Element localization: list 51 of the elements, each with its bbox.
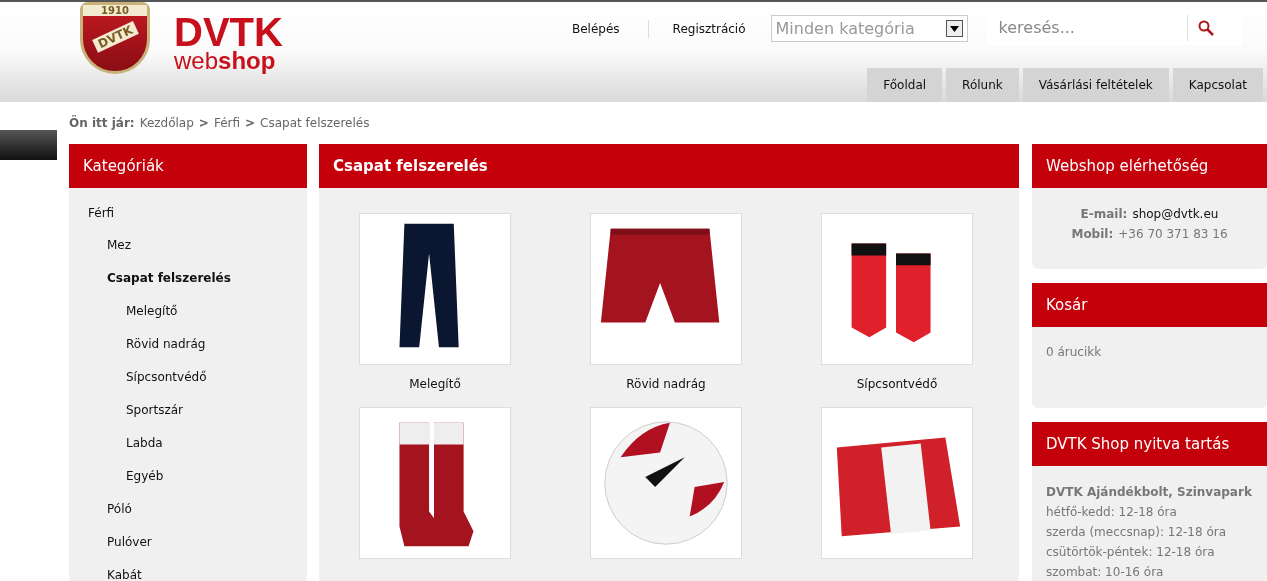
breadcrumb-link[interactable]: Férfi	[213, 116, 241, 130]
panel-title: Kategóriák	[69, 144, 307, 188]
menu-tab[interactable]: Főoldal	[867, 68, 943, 102]
category-link[interactable]: Egyéb	[69, 459, 307, 492]
panel-title: Kosár	[1032, 283, 1267, 327]
product-image[interactable]	[359, 407, 511, 559]
contact-label: E-mail:	[1080, 207, 1128, 221]
breadcrumb-label: Ön itt jár:	[69, 116, 135, 130]
category-link[interactable]: Férfi	[69, 198, 307, 228]
opening-hours: szombat: 10-16 óra	[1046, 564, 1165, 581]
cart-count: 0 árucikk	[1046, 344, 1103, 361]
product-image[interactable]	[590, 407, 742, 559]
search-icon[interactable]	[1197, 19, 1214, 36]
breadcrumb-link[interactable]: Csapat felszerelés	[260, 116, 370, 130]
category-link[interactable]: Sípcsontvédő	[69, 360, 307, 393]
contact-value: +36 70 371 83 16	[1118, 227, 1228, 241]
menu-tab[interactable]: Kapcsolat	[1172, 68, 1263, 102]
opening-hours: csütörtök-péntek: 12-18 óra	[1046, 544, 1216, 561]
product-image[interactable]	[590, 213, 742, 365]
top-link[interactable]: Belépés	[572, 22, 620, 36]
category-link[interactable]: Sportszár	[69, 393, 307, 426]
product-image[interactable]	[359, 213, 511, 365]
opening-hours: hétfő-kedd: 12-18 óra	[1046, 504, 1178, 521]
panel-title: Csapat felszerelés	[319, 144, 1019, 188]
category-link[interactable]: Pulóver	[69, 525, 307, 558]
email-link[interactable]: shop@dvtk.eu	[1132, 207, 1219, 221]
top-link[interactable]: Regisztráció	[672, 22, 746, 36]
category-link[interactable]: Mez	[69, 228, 307, 261]
opening-hours: szerda (meccsnap): 12-18 óra	[1046, 524, 1228, 541]
shop-name: DVTK Ajándékbolt, Szinvapark	[1046, 484, 1253, 501]
category-link[interactable]: Melegítő	[69, 294, 307, 327]
category-link[interactable]: Labda	[69, 426, 307, 459]
category-link[interactable]: Póló	[69, 492, 307, 525]
panel-title: DVTK Shop nyitva tartás	[1032, 422, 1267, 466]
menu-tab[interactable]: Vásárlási feltételek	[1022, 68, 1169, 102]
breadcrumb-separator: >	[245, 116, 256, 130]
contact-label: Mobil:	[1071, 227, 1114, 241]
logo-title: DVTK	[174, 14, 283, 50]
category-link[interactable]: Csapat felszerelés	[69, 261, 307, 294]
product-image[interactable]	[821, 213, 973, 365]
breadcrumb-separator: >	[198, 116, 209, 130]
side-band	[0, 130, 57, 160]
breadcrumb-link[interactable]: Kezdőlap	[139, 116, 194, 130]
logo-subtitle: webshop	[174, 50, 277, 72]
product-name-link[interactable]: Sípcsontvédő	[856, 377, 938, 391]
category-link[interactable]: Rövid nadrág	[69, 327, 307, 360]
menu-tab[interactable]: Rólunk	[946, 68, 1019, 102]
panel-title: Webshop elérhetőség	[1032, 144, 1267, 188]
category-link[interactable]: Kabát	[69, 558, 307, 581]
product-name-link[interactable]: Melegítő	[409, 377, 461, 391]
product-name-link[interactable]: Rövid nadrág	[626, 377, 706, 391]
